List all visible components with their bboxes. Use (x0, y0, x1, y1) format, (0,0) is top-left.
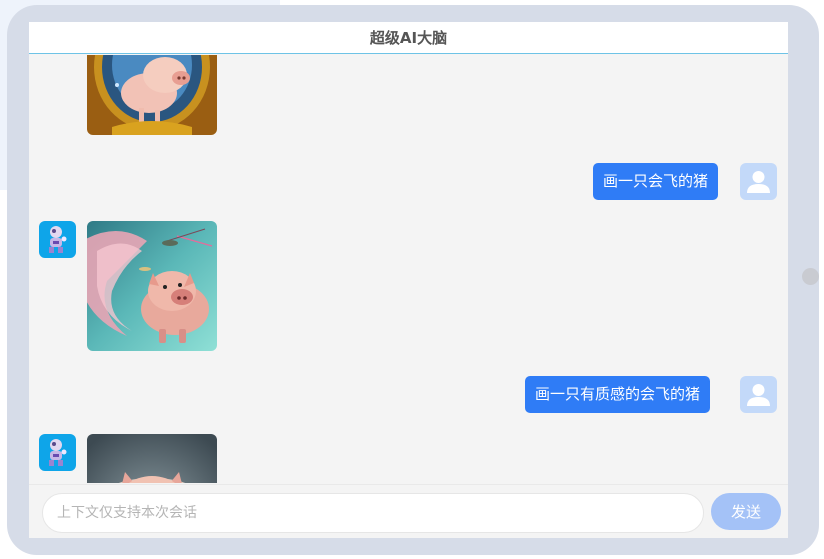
user-message-bubble: 画一只会飞的猪 (593, 163, 719, 200)
user-icon (747, 384, 770, 406)
user-message-bubble: 画一只有质感的会飞的猪 (525, 376, 711, 413)
input-bar: 发送 (29, 484, 788, 538)
textured-pig-image (87, 434, 217, 483)
chat-screen: 超级AI大脑 画一只会飞的猪 画一只有质感的会飞的猪 上下文仅支持本次会话 发送 (29, 22, 788, 538)
bot-image-message[interactable] (87, 434, 217, 483)
flying-pig-image (87, 221, 217, 351)
robot-icon (49, 439, 67, 466)
page-title: 超级AI大脑 (369, 29, 448, 47)
send-button[interactable]: 发送 (711, 493, 781, 530)
message-input[interactable] (42, 493, 704, 533)
user-icon (747, 171, 770, 193)
bot-image-message[interactable] (87, 55, 217, 135)
message-list[interactable]: 画一只会飞的猪 画一只有质感的会飞的猪 (29, 55, 788, 483)
bot-image-message[interactable] (87, 221, 217, 351)
bot-avatar (39, 221, 76, 258)
user-avatar (740, 376, 777, 413)
robot-icon (49, 226, 67, 253)
bot-avatar (39, 434, 76, 471)
user-avatar (740, 163, 777, 200)
chat-header: 超级AI大脑 (29, 22, 788, 54)
home-button[interactable] (802, 268, 819, 285)
pig-portrait-image (87, 55, 217, 135)
